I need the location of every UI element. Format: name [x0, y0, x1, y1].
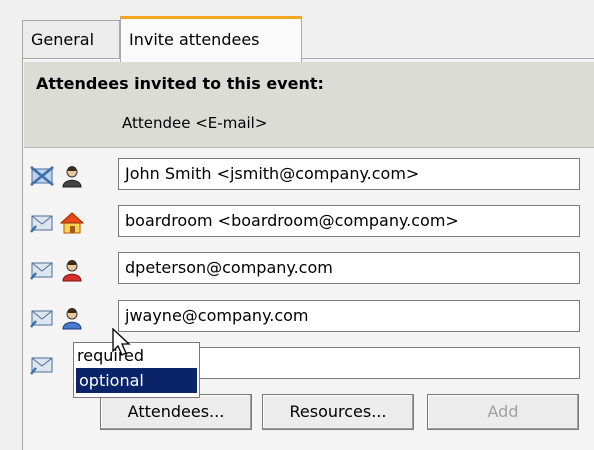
house-icon[interactable]: [60, 211, 84, 235]
person-icon[interactable]: [60, 164, 84, 188]
mail-declined-icon[interactable]: [30, 166, 54, 186]
tab-invite-attendees[interactable]: Invite attendees: [120, 16, 302, 62]
attendee-row: John Smith <jsmith@company.com>: [30, 158, 590, 194]
mail-icon[interactable]: [30, 308, 54, 328]
attendee-row: dpeterson@company.com: [30, 252, 590, 288]
attendee-field[interactable]: John Smith <jsmith@company.com>: [118, 158, 580, 190]
attendee-row: boardroom <boardroom@company.com>: [30, 205, 590, 241]
tab-general[interactable]: General: [22, 20, 120, 60]
add-button[interactable]: Add: [427, 394, 579, 430]
mouse-cursor-icon: [112, 328, 131, 356]
mail-icon[interactable]: [30, 355, 54, 375]
attendee-field[interactable]: jwayne@company.com: [118, 300, 580, 332]
mail-icon[interactable]: [30, 260, 54, 280]
section-title: Attendees invited to this event:: [36, 74, 324, 93]
person-optional-icon[interactable]: [60, 306, 84, 330]
person-required-icon[interactable]: [60, 258, 84, 282]
resources-button[interactable]: Resources...: [262, 394, 414, 430]
attendee-field[interactable]: boardroom <boardroom@company.com>: [118, 205, 580, 237]
role-option-required[interactable]: required: [74, 343, 199, 368]
attendees-header: Attendees invited to this event: Attende…: [24, 62, 594, 148]
role-dropdown[interactable]: required optional: [73, 342, 200, 398]
role-option-optional[interactable]: optional: [76, 368, 197, 393]
mail-icon[interactable]: [30, 213, 54, 233]
column-header-attendee: Attendee <E-mail>: [122, 114, 268, 132]
attendee-field[interactable]: dpeterson@company.com: [118, 252, 580, 284]
attendees-button[interactable]: Attendees...: [100, 394, 252, 430]
